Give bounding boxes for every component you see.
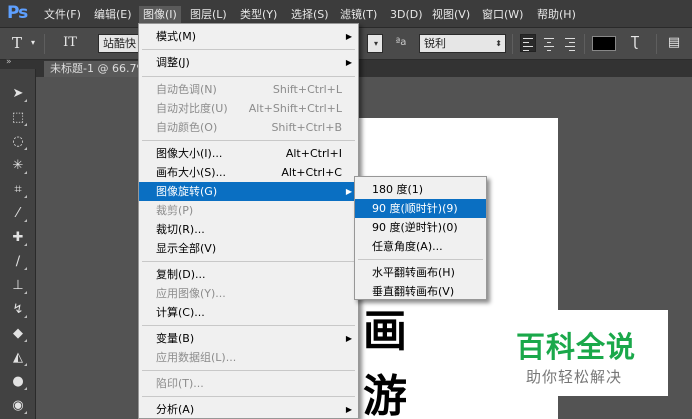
menu-type[interactable]: 类型(Y) xyxy=(236,6,281,23)
menu-item-image-rotation[interactable]: 图像旋转(G) ▶ xyxy=(139,182,358,201)
menu-item-arbitrary-rotation[interactable]: 任意角度(A)... xyxy=(355,237,486,256)
canvas-text-line-1: 画 xyxy=(363,306,407,357)
warp-text-icon[interactable]: Ʈ xyxy=(626,33,644,53)
menu-edit[interactable]: 编辑(E) xyxy=(90,6,136,23)
paint-bucket-tool-icon[interactable]: ◭ xyxy=(9,350,27,366)
menu-item-trap[interactable]: 陷印(T)... xyxy=(139,374,358,393)
marquee-tool-icon[interactable]: ⬚ xyxy=(9,110,27,126)
menu-item-reveal-all[interactable]: 显示全部(V) xyxy=(139,239,358,258)
text-color-swatch[interactable] xyxy=(592,36,616,51)
menu-item-adjustments[interactable]: 调整(J) ▶ xyxy=(139,53,358,72)
submenu-arrow-icon: ▶ xyxy=(345,187,352,196)
menu-item-apply-data-set[interactable]: 应用数据组(L)... xyxy=(139,348,358,367)
clone-stamp-tool-icon[interactable]: ⊥ xyxy=(9,278,27,294)
menu-item-rotate-90-cw[interactable]: 90 度(顺时针)(9) xyxy=(355,199,486,218)
character-panel-icon[interactable]: ▤ xyxy=(664,33,684,53)
submenu-arrow-icon: ▶ xyxy=(345,334,352,343)
menu-item-rotate-180[interactable]: 180 度(1) xyxy=(355,180,486,199)
menu-separator xyxy=(142,370,355,371)
menu-item-flip-horizontal[interactable]: 水平翻转画布(H) xyxy=(355,263,486,282)
menu-layer[interactable]: 图层(L) xyxy=(186,6,231,23)
menu-help[interactable]: 帮助(H) xyxy=(533,6,580,23)
menu-item-flip-vertical[interactable]: 垂直翻转画布(V) xyxy=(355,282,486,301)
menu-item-canvas-size[interactable]: 画布大小(S)... Alt+Ctrl+C xyxy=(139,163,358,182)
watermark-logo: 百科全说 助你轻松解决 xyxy=(488,310,668,396)
menu-item-auto-color[interactable]: 自动颜色(O) Shift+Ctrl+B xyxy=(139,118,358,137)
menu-item-variables[interactable]: 变量(B) ▶ xyxy=(139,329,358,348)
anti-alias-select[interactable]: 锐利 ⬍ xyxy=(419,34,506,53)
menu-separator xyxy=(142,49,355,50)
align-right-button[interactable] xyxy=(562,34,578,52)
menu-file[interactable]: 文件(F) xyxy=(40,6,85,23)
text-orientation-icon[interactable]: IT xyxy=(56,33,84,53)
anti-alias-chevron-icon: ⬍ xyxy=(495,39,502,48)
menu-separator xyxy=(142,325,355,326)
tools-panel-grip[interactable]: » xyxy=(0,57,36,69)
font-family-select[interactable]: 站酷快 xyxy=(98,34,140,53)
submenu-arrow-icon: ▶ xyxy=(345,32,352,41)
watermark-subtitle: 助你轻松解决 xyxy=(526,368,623,386)
canvas-text-line-2: 游 xyxy=(363,371,407,419)
menu-separator xyxy=(142,140,355,141)
tools-panel: » ➤ ⬚ ◌ ✳ ⌗ ⁄ ✚ ∕ ⊥ ↯ ◆ ◭ ● ◉ xyxy=(0,57,36,419)
menu-separator xyxy=(142,261,355,262)
eyedropper-tool-icon[interactable]: ⁄ xyxy=(9,206,27,222)
menu-item-duplicate[interactable]: 复制(D)... xyxy=(139,265,358,284)
blur-tool-icon[interactable]: ● xyxy=(9,374,27,390)
photoshop-logo: Ps xyxy=(7,3,28,23)
options-separator xyxy=(584,34,585,54)
menu-item-mode[interactable]: 模式(M) ▶ xyxy=(139,27,358,46)
move-tool-icon[interactable]: ➤ xyxy=(9,86,27,102)
healing-brush-tool-icon[interactable]: ✚ xyxy=(9,230,27,246)
menu-item-calculations[interactable]: 计算(C)... xyxy=(139,303,358,322)
menu-image[interactable]: 图像(I) xyxy=(139,6,181,23)
menu-window[interactable]: 窗口(W) xyxy=(478,6,527,23)
anti-alias-icon: ªa xyxy=(395,37,407,48)
crop-tool-icon[interactable]: ⌗ xyxy=(9,182,27,198)
submenu-arrow-icon: ▶ xyxy=(345,58,352,67)
eraser-tool-icon[interactable]: ◆ xyxy=(9,326,27,342)
menu-separator xyxy=(358,259,483,260)
font-size-dropdown[interactable]: ▾ xyxy=(367,34,383,53)
menu-item-apply-image[interactable]: 应用图像(Y)... xyxy=(139,284,358,303)
options-separator xyxy=(656,34,657,54)
dodge-tool-icon[interactable]: ◉ xyxy=(9,398,27,414)
options-separator xyxy=(44,34,45,54)
menu-separator xyxy=(142,76,355,77)
menu-separator xyxy=(142,396,355,397)
brush-tool-icon[interactable]: ∕ xyxy=(9,254,27,270)
menu-item-auto-contrast[interactable]: 自动对比度(U) Alt+Shift+Ctrl+L xyxy=(139,99,358,118)
menu-item-image-size[interactable]: 图像大小(I)... Alt+Ctrl+I xyxy=(139,144,358,163)
tool-preset-chevron-icon[interactable]: ▾ xyxy=(28,33,38,53)
menu-item-rotate-90-ccw[interactable]: 90 度(逆时针)(0) xyxy=(355,218,486,237)
document-tab[interactable]: 未标题-1 @ 66.7% xyxy=(44,61,153,77)
menu-3d[interactable]: 3D(D) xyxy=(386,6,427,23)
menu-filter[interactable]: 滤镜(T) xyxy=(336,6,381,23)
lasso-tool-icon[interactable]: ◌ xyxy=(9,134,27,150)
menu-item-auto-tone[interactable]: 自动色调(N) Shift+Ctrl+L xyxy=(139,80,358,99)
menu-view[interactable]: 视图(V) xyxy=(428,6,474,23)
menu-item-trim[interactable]: 裁切(R)... xyxy=(139,220,358,239)
menu-item-crop[interactable]: 裁剪(P) xyxy=(139,201,358,220)
submenu-arrow-icon: ▶ xyxy=(345,405,352,414)
magic-wand-tool-icon[interactable]: ✳ xyxy=(9,158,27,174)
history-brush-tool-icon[interactable]: ↯ xyxy=(9,302,27,318)
image-rotation-submenu: 180 度(1) 90 度(顺时针)(9) 90 度(逆时针)(0) 任意角度(… xyxy=(354,176,487,300)
align-left-button[interactable] xyxy=(520,34,536,52)
image-menu-dropdown: 模式(M) ▶ 调整(J) ▶ 自动色调(N) Shift+Ctrl+L 自动对比度(… xyxy=(138,23,359,419)
align-center-button[interactable] xyxy=(541,34,557,52)
document-tab-bar: 未标题-1 @ 66.7% xyxy=(36,60,692,77)
menu-select[interactable]: 选择(S) xyxy=(287,6,333,23)
watermark-title: 百科全说 xyxy=(516,330,637,364)
menu-item-analysis[interactable]: 分析(A) ▶ xyxy=(139,400,358,419)
options-separator xyxy=(512,34,513,54)
type-tool-icon[interactable]: T xyxy=(6,33,28,53)
